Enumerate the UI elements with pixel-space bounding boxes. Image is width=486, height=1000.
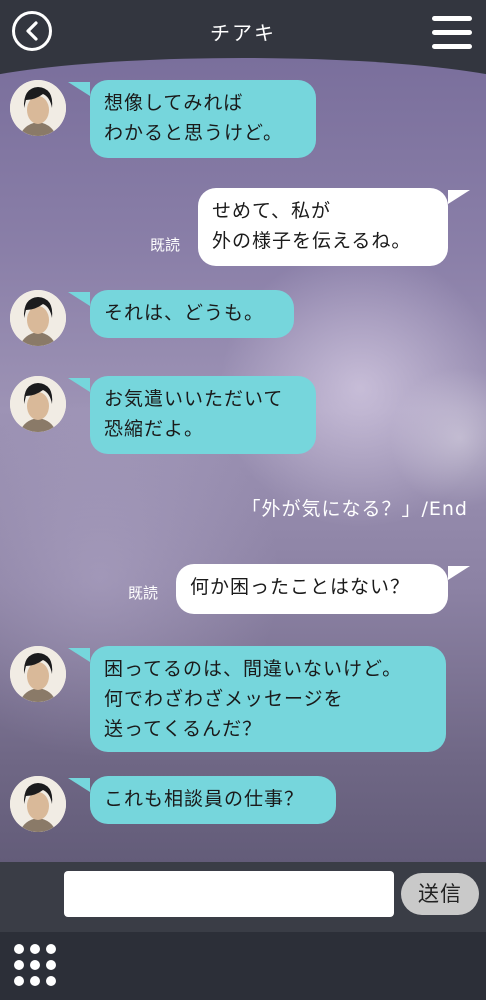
- message-bubble: せめて、私が 外の様子を伝えるね。: [198, 188, 448, 266]
- page-title: チアキ: [210, 21, 276, 45]
- avatar[interactable]: [10, 290, 66, 346]
- message-list[interactable]: 想像してみれば わかると思うけど。 既読 せめて、私が 外の様子を伝えるね。 そ…: [0, 58, 486, 938]
- message-bubble: それは、どうも。: [90, 290, 294, 338]
- send-button[interactable]: 送信: [401, 873, 479, 915]
- avatar[interactable]: [10, 376, 66, 432]
- message-bubble: これも相談員の仕事？: [90, 776, 336, 824]
- chat-screen: 想像してみれば わかると思うけど。 既読 せめて、私が 外の様子を伝えるね。 そ…: [0, 0, 486, 1000]
- message-bubble: お気遣いいただいて 恐縮だよ。: [90, 376, 316, 454]
- avatar[interactable]: [10, 776, 66, 832]
- menu-button[interactable]: [432, 14, 472, 52]
- read-receipt: 既読: [150, 236, 181, 254]
- avatar[interactable]: [10, 646, 66, 702]
- message-bubble: 何か困ったことはない？: [176, 564, 448, 614]
- scenario-end-label: 「外が気になる？」/End: [241, 498, 468, 520]
- bottom-bar: [0, 932, 486, 1000]
- read-receipt: 既読: [128, 584, 159, 602]
- hamburger-menu-icon: [432, 16, 472, 21]
- header-bar: チアキ: [0, 0, 486, 58]
- avatar[interactable]: [10, 80, 66, 136]
- message-input[interactable]: [64, 871, 394, 917]
- grid-menu-icon[interactable]: [14, 944, 58, 988]
- message-bubble: 困ってるのは、間違いないけど。 何でわざわざメッセージを 送ってくるんだ？: [90, 646, 446, 752]
- message-bubble: 想像してみれば わかると思うけど。: [90, 80, 316, 158]
